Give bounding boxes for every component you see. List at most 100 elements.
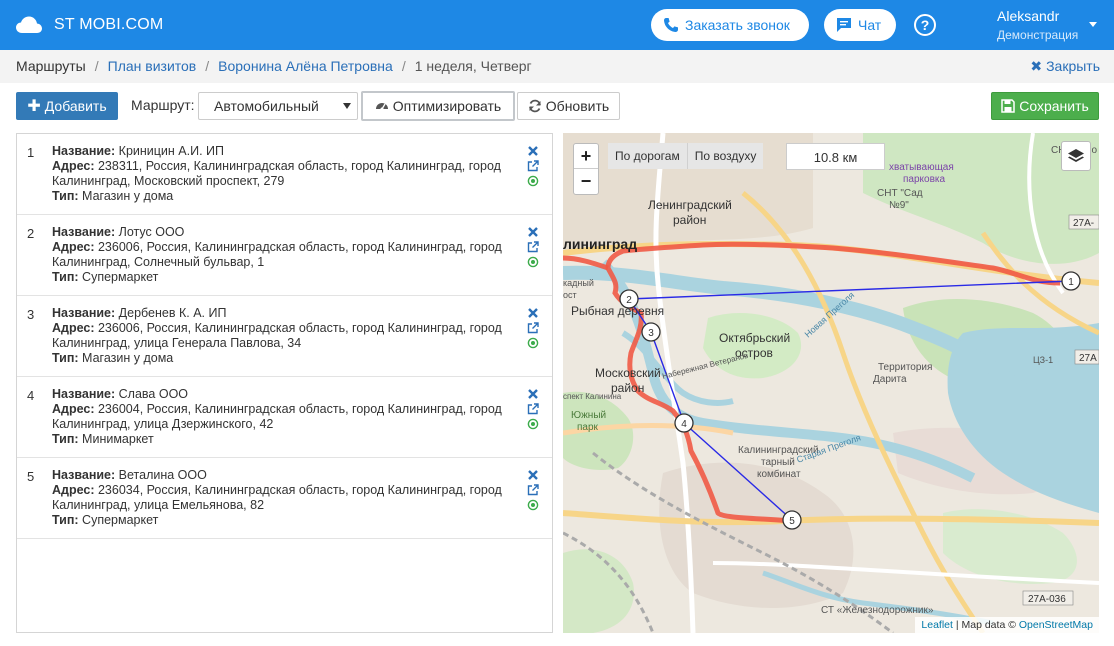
close-link[interactable]: ✖ Закрыть	[1030, 58, 1100, 75]
external-link-icon[interactable]	[527, 484, 539, 496]
zoom-out-button[interactable]: −	[574, 169, 598, 194]
external-link-icon[interactable]	[527, 403, 539, 415]
visit-address: 236006, Россия, Калининградская область,…	[52, 321, 502, 350]
refresh-button[interactable]: Обновить	[517, 92, 620, 120]
call-back-button[interactable]: Заказать звонок	[651, 9, 809, 41]
location-target-icon[interactable]	[527, 175, 539, 187]
breadcrumb-visit-plan[interactable]: План визитов	[108, 58, 197, 74]
add-button[interactable]: ✚ Добавить	[16, 92, 118, 120]
map-marker-5[interactable]: 5	[782, 510, 802, 530]
visit-actions	[527, 307, 541, 352]
breadcrumb: Маршруты / План визитов / Воронина Алёна…	[16, 58, 532, 74]
list-item[interactable]: 1 Название: Криницин А.И. ИП Адрес: 2383…	[17, 134, 552, 215]
breadcrumb-separator: /	[94, 58, 99, 74]
chat-button[interactable]: Чат	[824, 9, 896, 41]
breadcrumb-routes[interactable]: Маршруты	[16, 58, 86, 74]
brand[interactable]: ST MOBI.COM	[16, 0, 163, 50]
address-label: Адрес:	[52, 240, 95, 254]
list-item[interactable]: 5 Название: Веталина ООО Адрес: 236034, …	[17, 458, 552, 539]
visit-number: 2	[27, 226, 35, 241]
delete-icon[interactable]	[527, 469, 539, 481]
type-label: Тип:	[52, 513, 79, 527]
visit-type: Минимаркет	[82, 432, 154, 446]
road-shield: 27А	[1079, 353, 1097, 364]
location-target-icon[interactable]	[527, 256, 539, 268]
by-roads-button[interactable]: По дорогам	[608, 143, 688, 169]
external-link-icon[interactable]	[527, 241, 539, 253]
visit-name: Лотус ООО	[118, 225, 185, 239]
attribution-text: | Map data ©	[952, 619, 1019, 631]
external-link-icon[interactable]	[527, 160, 539, 172]
location-target-icon[interactable]	[527, 499, 539, 511]
map-label: Московский	[595, 366, 661, 380]
visit-name: Дербенев К. А. ИП	[118, 306, 227, 320]
breadcrumb-separator: /	[205, 58, 210, 74]
map-label: кадный	[563, 278, 594, 288]
delete-icon[interactable]	[527, 145, 539, 157]
external-link-icon[interactable]	[527, 322, 539, 334]
svg-text:3: 3	[648, 328, 654, 339]
visit-details: Название: Лотус ООО Адрес: 236006, Росси…	[52, 225, 502, 285]
save-button[interactable]: Сохранить	[991, 92, 1099, 120]
map-label: Южный	[571, 410, 606, 421]
visit-details: Название: Слава ООО Адрес: 236004, Росси…	[52, 387, 502, 447]
map-marker-4[interactable]: 4	[674, 413, 694, 433]
floppy-icon	[1001, 99, 1015, 113]
delete-icon[interactable]	[527, 307, 539, 319]
layers-button[interactable]	[1061, 141, 1091, 171]
visit-type: Магазин у дома	[82, 189, 174, 203]
route-type-select[interactable]: Автомобильный	[198, 92, 358, 120]
map-tiles[interactable]: 1 2 3 4 5 Ленинградский район лининград …	[563, 133, 1099, 633]
breadcrumb-employee[interactable]: Воронина Алёна Петровна	[218, 58, 393, 74]
save-label: Сохранить	[1019, 98, 1089, 114]
route-mode-toggle: По дорогам По воздуху	[608, 143, 764, 169]
list-item[interactable]: 2 Название: Лотус ООО Адрес: 236006, Рос…	[17, 215, 552, 296]
plus-icon: ✚	[27, 98, 41, 115]
delete-icon[interactable]	[527, 226, 539, 238]
zoom-in-button[interactable]: +	[574, 144, 598, 169]
caret-down-icon	[343, 103, 351, 109]
name-label: Название:	[52, 306, 116, 320]
by-air-button[interactable]: По воздуху	[687, 143, 764, 169]
route-map[interactable]: 1 2 3 4 5 Ленинградский район лининград …	[563, 133, 1099, 633]
user-role: Демонстрация	[997, 28, 1079, 42]
map-marker-1[interactable]: 1	[1061, 271, 1081, 291]
map-label: Рыбная деревня	[571, 304, 664, 318]
visit-address: 236004, Россия, Калининградская область,…	[52, 402, 502, 431]
visit-details: Название: Дербенев К. А. ИП Адрес: 23600…	[52, 306, 502, 366]
svg-text:1: 1	[1068, 277, 1074, 288]
list-item[interactable]: 4 Название: Слава ООО Адрес: 236004, Рос…	[17, 377, 552, 458]
type-label: Тип:	[52, 189, 79, 203]
location-target-icon[interactable]	[527, 337, 539, 349]
top-navbar: ST MOBI.COM Заказать звонок Чат ? Aleksa…	[0, 0, 1114, 50]
leaflet-link[interactable]: Leaflet	[921, 619, 953, 631]
osm-link[interactable]: OpenStreetMap	[1019, 619, 1093, 631]
type-label: Тип:	[52, 351, 79, 365]
map-marker-3[interactable]: 3	[641, 322, 661, 342]
location-target-icon[interactable]	[527, 418, 539, 430]
user-name: Aleksandr	[997, 8, 1060, 24]
map-label: парковка	[903, 174, 945, 185]
delete-icon[interactable]	[527, 388, 539, 400]
name-label: Название:	[52, 225, 116, 239]
map-attribution: Leaflet | Map data © OpenStreetMap	[915, 617, 1099, 633]
optimize-button[interactable]: Оптимизировать	[361, 91, 515, 121]
visit-name: Криницин А.И. ИП	[118, 144, 224, 158]
name-label: Название:	[52, 468, 116, 482]
map-label: СТ «Железнодорожник»	[821, 605, 934, 616]
map-label: Ленинградский	[648, 198, 732, 212]
add-label: Добавить	[44, 98, 107, 114]
list-item[interactable]: 3 Название: Дербенев К. А. ИП Адрес: 236…	[17, 296, 552, 377]
user-menu[interactable]: Aleksandr Демонстрация	[997, 8, 1103, 42]
visit-actions	[527, 388, 541, 433]
map-label: СНТ "Сад	[877, 188, 923, 199]
type-label: Тип:	[52, 270, 79, 284]
map-label: Октябрьский	[719, 331, 790, 345]
route-distance: 10.8 км	[786, 143, 885, 170]
visit-address: 238311, Россия, Калининградская область,…	[52, 159, 501, 188]
svg-text:5: 5	[789, 516, 795, 527]
svg-text:4: 4	[681, 419, 687, 430]
map-label: Территория	[878, 362, 932, 373]
cloud-icon	[16, 16, 42, 33]
help-icon[interactable]: ?	[914, 14, 936, 36]
